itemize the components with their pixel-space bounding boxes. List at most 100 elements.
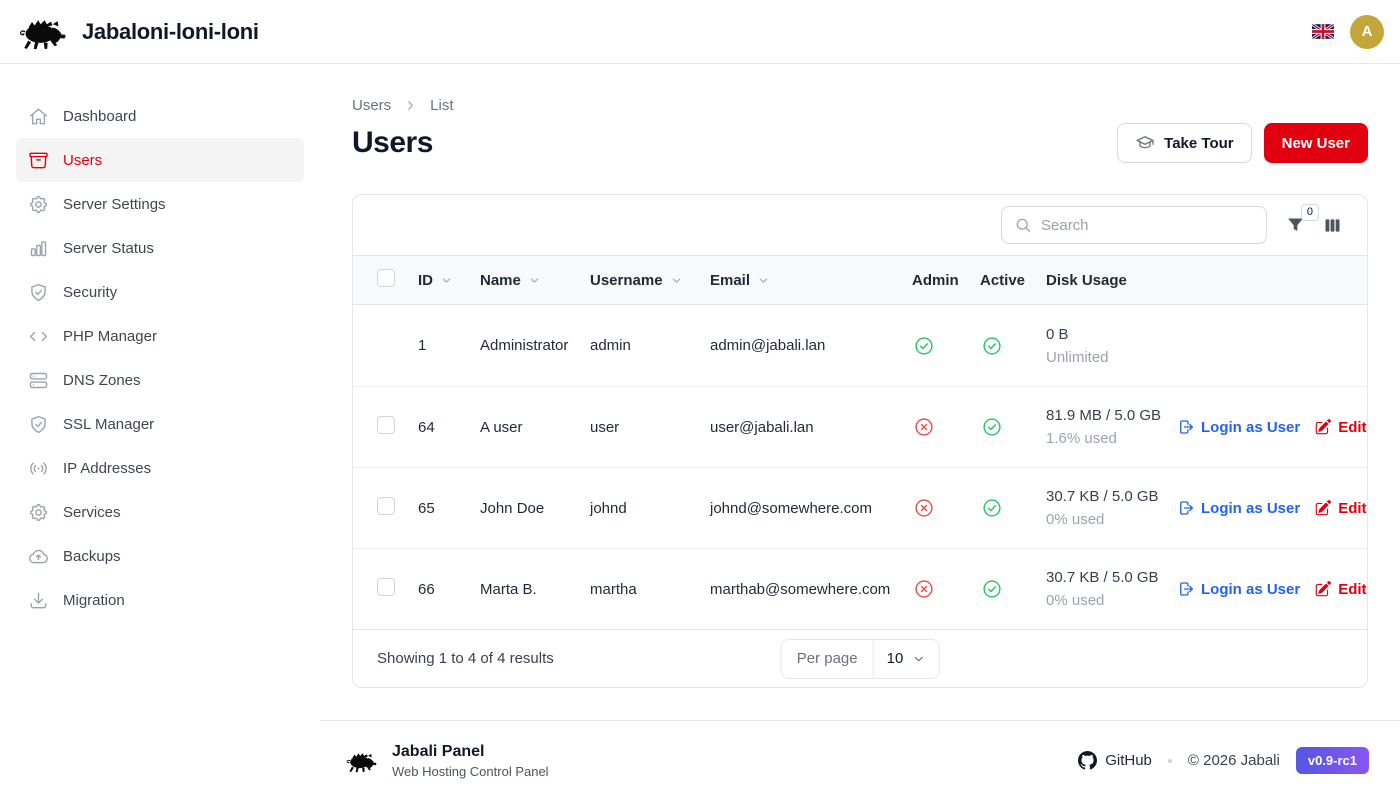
cell-name: Administrator <box>480 337 590 354</box>
sidebar-item-migration[interactable]: Migration <box>16 578 304 622</box>
cell-email: johnd@somewhere.com <box>710 500 912 517</box>
cell-disk-usage: 81.9 MB / 5.0 GB 1.6% used <box>1046 407 1177 447</box>
cell-name: A user <box>480 419 590 436</box>
sidebar-item-label: SSL Manager <box>63 416 154 433</box>
language-flag-button[interactable] <box>1312 24 1334 39</box>
sidebar-item-server-settings[interactable]: Server Settings <box>16 182 304 226</box>
chevron-down-icon <box>528 274 541 287</box>
sidebar-item-label: Services <box>63 504 121 521</box>
login-icon <box>1177 499 1195 517</box>
sidebar-item-ssl-manager[interactable]: SSL Manager <box>16 402 304 446</box>
take-tour-button[interactable]: Take Tour <box>1117 123 1251 163</box>
login-as-user-link[interactable]: Login as User <box>1177 418 1300 436</box>
cell-disk-usage: 30.7 KB / 5.0 GB 0% used <box>1046 569 1177 609</box>
breadcrumb-item-list[interactable]: List <box>430 97 453 114</box>
cell-id: 66 <box>418 581 480 598</box>
sidebar-item-label: Server Status <box>63 240 154 257</box>
row-checkbox[interactable] <box>377 578 395 596</box>
cell-id: 1 <box>418 337 480 354</box>
signal-icon <box>28 458 49 479</box>
edit-icon <box>1314 418 1332 436</box>
cell-name: Marta B. <box>480 581 590 598</box>
cell-id: 65 <box>418 500 480 517</box>
cell-username: user <box>590 419 710 436</box>
chevron-right-icon <box>403 98 418 113</box>
active-yes-icon <box>981 497 1003 519</box>
admin-no-icon <box>913 578 935 600</box>
avatar[interactable]: A <box>1350 15 1384 49</box>
shield-check-icon <box>28 414 49 435</box>
sidebar-item-php-manager[interactable]: PHP Manager <box>16 314 304 358</box>
code-icon <box>28 326 49 347</box>
admin-no-icon <box>913 497 935 519</box>
copyright: © 2026 Jabali <box>1188 752 1280 769</box>
select-all-checkbox[interactable] <box>377 269 395 287</box>
sidebar-item-services[interactable]: Services <box>16 490 304 534</box>
table-row: 65 John Doe johnd johnd@somewhere.com 30… <box>353 467 1367 548</box>
avatar-letter: A <box>1362 23 1373 40</box>
row-checkbox[interactable] <box>377 497 395 515</box>
admin-no-icon <box>913 416 935 438</box>
cell-name: John Doe <box>480 500 590 517</box>
brand-title: Jabaloni-loni-loni <box>82 19 259 45</box>
sidebar-item-dashboard[interactable]: Dashboard <box>16 94 304 138</box>
sidebar-item-server-status[interactable]: Server Status <box>16 226 304 270</box>
edit-link[interactable]: Edit <box>1314 418 1366 436</box>
row-checkbox[interactable] <box>377 416 395 434</box>
sidebar-item-label: PHP Manager <box>63 328 157 345</box>
boar-logo-icon <box>344 748 378 774</box>
column-header-name[interactable]: Name <box>480 272 590 289</box>
login-icon <box>1177 580 1195 598</box>
chevron-down-icon <box>440 274 453 287</box>
separator-dot <box>1168 759 1172 763</box>
app: Jabaloni-loni-loni A Dashboard Users <box>0 0 1400 800</box>
sidebar-item-dns-zones[interactable]: DNS Zones <box>16 358 304 402</box>
cell-username: martha <box>590 581 710 598</box>
filter-button[interactable]: 0 <box>1285 215 1306 236</box>
column-header-username[interactable]: Username <box>590 272 710 289</box>
new-user-button[interactable]: New User <box>1264 123 1368 163</box>
column-header-admin: Admin <box>912 272 980 289</box>
sidebar-item-label: Dashboard <box>63 108 136 125</box>
footer-tagline: Web Hosting Control Panel <box>392 764 549 779</box>
login-as-user-link[interactable]: Login as User <box>1177 499 1300 517</box>
sidebar: Dashboard Users Server Settings Server S… <box>0 64 320 800</box>
table-row: 64 A user user user@jabali.lan 81.9 MB /… <box>353 386 1367 467</box>
chevron-down-icon <box>757 274 770 287</box>
cell-disk-usage: 0 B Unlimited <box>1046 326 1177 366</box>
server-stack-icon <box>28 370 49 391</box>
column-header-email[interactable]: Email <box>710 272 912 289</box>
cell-email: user@jabali.lan <box>710 419 912 436</box>
cell-username: admin <box>590 337 710 354</box>
search-icon <box>1014 216 1032 234</box>
search-box <box>1001 206 1267 244</box>
edit-link[interactable]: Edit <box>1314 580 1366 598</box>
column-header-active: Active <box>980 272 1046 289</box>
sidebar-item-backups[interactable]: Backups <box>16 534 304 578</box>
sidebar-item-label: Backups <box>63 548 121 565</box>
edit-icon <box>1314 499 1332 517</box>
filter-count-badge: 0 <box>1301 204 1319 221</box>
breadcrumb-item-users[interactable]: Users <box>352 97 391 114</box>
active-yes-icon <box>981 578 1003 600</box>
per-page-select[interactable]: 10 <box>873 640 939 678</box>
columns-button[interactable] <box>1322 215 1343 236</box>
sidebar-item-label: Server Settings <box>63 196 166 213</box>
sidebar-item-security[interactable]: Security <box>16 270 304 314</box>
cell-email: marthab@somewhere.com <box>710 581 912 598</box>
sidebar-item-users[interactable]: Users <box>16 138 304 182</box>
search-input[interactable] <box>1041 217 1254 234</box>
page-title: Users <box>352 126 433 160</box>
sidebar-item-ip-addresses[interactable]: IP Addresses <box>16 446 304 490</box>
login-as-user-link[interactable]: Login as User <box>1177 580 1300 598</box>
table-row: 1 Administrator admin admin@jabali.lan 0… <box>353 305 1367 386</box>
login-icon <box>1177 418 1195 436</box>
active-yes-icon <box>981 416 1003 438</box>
column-header-id[interactable]: ID <box>418 272 480 289</box>
results-summary: Showing 1 to 4 of 4 results <box>377 650 554 667</box>
edit-link[interactable]: Edit <box>1314 499 1366 517</box>
brand[interactable]: Jabaloni-loni-loni <box>16 13 259 51</box>
cloud-upload-icon <box>28 546 49 567</box>
github-link[interactable]: GitHub <box>1078 751 1152 770</box>
sidebar-item-label: DNS Zones <box>63 372 141 389</box>
